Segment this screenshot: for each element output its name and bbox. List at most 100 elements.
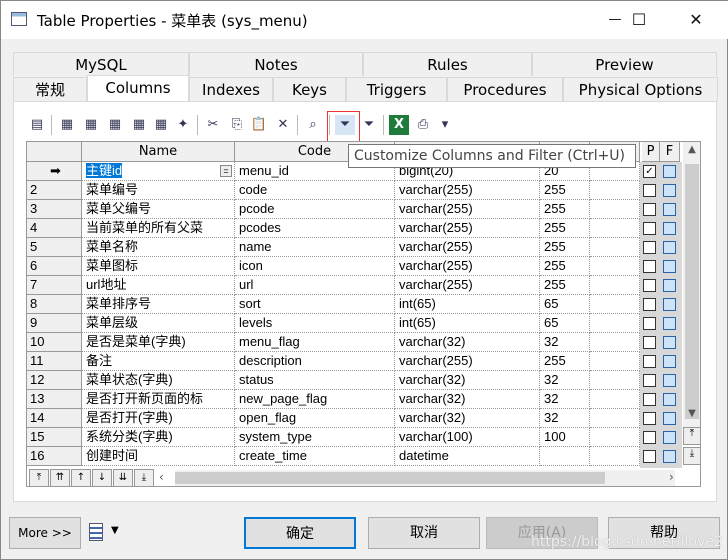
name-cell[interactable]: 是否是菜单(字典) (82, 333, 235, 352)
name-cell[interactable]: 菜单父编号 (82, 200, 235, 219)
table-row[interactable]: 4 当前菜单的所有父菜 pcodes varchar(255) 255 (27, 219, 682, 238)
table-row[interactable]: 16 创建时间 create_time datetime (27, 447, 682, 466)
foreign-key-checkbox[interactable] (663, 260, 676, 273)
length-cell[interactable]: 255 (540, 181, 590, 200)
cancel-button[interactable]: 取消 (368, 517, 480, 549)
tab-physical-options[interactable]: Physical Options (563, 77, 718, 101)
datatype-cell[interactable]: int(65) (395, 295, 540, 314)
add-row-icon[interactable]: ▦ (81, 115, 101, 135)
table-row[interactable]: 8 菜单排序号 sort int(65) 65 (27, 295, 682, 314)
name-cell[interactable]: 菜单图标 (82, 257, 235, 276)
precision-cell[interactable] (590, 276, 640, 295)
length-cell[interactable]: 32 (540, 409, 590, 428)
length-cell[interactable]: 32 (540, 333, 590, 352)
primary-key-checkbox[interactable] (643, 355, 656, 368)
code-cell[interactable]: code (235, 181, 395, 200)
length-cell[interactable]: 100 (540, 428, 590, 447)
foreign-key-checkbox[interactable] (663, 203, 676, 216)
table-row[interactable]: 5 菜单名称 name varchar(255) 255 (27, 238, 682, 257)
foreign-key-checkbox[interactable] (663, 298, 676, 311)
precision-cell[interactable] (590, 409, 640, 428)
name-cell[interactable]: 备注 (82, 352, 235, 371)
scroll-left-icon[interactable]: ‹ (159, 470, 164, 484)
column-header-f[interactable]: F (660, 142, 680, 162)
primary-key-checkbox[interactable] (643, 298, 656, 311)
move-top-button[interactable]: ⤒ (29, 469, 49, 487)
primary-key-checkbox[interactable] (643, 450, 656, 463)
datatype-cell[interactable]: varchar(255) (395, 238, 540, 257)
add-columns-icon[interactable]: ▦ (105, 115, 125, 135)
precision-cell[interactable] (590, 295, 640, 314)
tab-preview[interactable]: Preview (532, 52, 717, 76)
precision-cell[interactable] (590, 219, 640, 238)
code-cell[interactable]: name (235, 238, 395, 257)
datatype-cell[interactable]: varchar(255) (395, 352, 540, 371)
reuse-columns-icon[interactable]: ▦ (129, 115, 149, 135)
close-button[interactable]: ✕ (674, 5, 718, 35)
dropdown-icon[interactable]: ▾ (435, 115, 455, 135)
precision-cell[interactable] (590, 181, 640, 200)
scroll-down-icon[interactable]: ▼ (683, 408, 700, 424)
table-row[interactable]: 13 是否打开新页面的标 new_page_flag varchar(32) 32 (27, 390, 682, 409)
length-cell[interactable] (540, 447, 590, 466)
primary-key-checkbox[interactable] (643, 203, 656, 216)
precision-cell[interactable] (590, 257, 640, 276)
foreign-key-checkbox[interactable] (663, 184, 676, 197)
scroll-up-icon[interactable]: ▲ (683, 144, 700, 160)
code-cell[interactable]: pcode (235, 200, 395, 219)
datatype-cell[interactable]: datetime (395, 447, 540, 466)
code-cell[interactable]: sort (235, 295, 395, 314)
length-cell[interactable]: 255 (540, 352, 590, 371)
insert-row-icon[interactable]: ▦ (57, 115, 77, 135)
columns-grid[interactable]: Name Code P F ➡ 主键id = menu_id bigint(20) 20 ✓ 2 菜单编… (26, 141, 701, 487)
precision-cell[interactable] (590, 447, 640, 466)
code-cell[interactable]: status (235, 371, 395, 390)
table-row[interactable]: 15 系统分类(字典) system_type varchar(100) 100 (27, 428, 682, 447)
length-cell[interactable]: 255 (540, 276, 590, 295)
foreign-key-checkbox[interactable] (663, 317, 676, 330)
foreign-key-checkbox[interactable] (663, 165, 676, 178)
code-cell[interactable]: pcodes (235, 219, 395, 238)
precision-cell[interactable] (590, 390, 640, 409)
tab-keys[interactable]: Keys (273, 77, 346, 101)
tab-columns[interactable]: Columns (87, 75, 189, 101)
precision-cell[interactable] (590, 200, 640, 219)
foreign-key-checkbox[interactable] (663, 336, 676, 349)
name-cell[interactable]: 菜单名称 (82, 238, 235, 257)
datatype-cell[interactable]: varchar(255) (395, 181, 540, 200)
table-row[interactable]: 6 菜单图标 icon varchar(255) 255 (27, 257, 682, 276)
scroll-right-icon[interactable]: › (669, 470, 674, 484)
tab-general[interactable]: 常规 (13, 77, 87, 101)
table-row[interactable]: 11 备注 description varchar(255) 255 (27, 352, 682, 371)
scroll-bottom-button[interactable]: ⤓ (683, 447, 700, 465)
primary-key-checkbox[interactable] (643, 431, 656, 444)
tab-mysql[interactable]: MySQL (13, 52, 189, 76)
precision-cell[interactable] (590, 371, 640, 390)
delete-icon[interactable]: ✕ (273, 115, 293, 135)
code-cell[interactable]: new_page_flag (235, 390, 395, 409)
code-cell[interactable]: url (235, 276, 395, 295)
scrollbar-thumb[interactable] (685, 164, 699, 419)
excel-icon[interactable]: X (389, 115, 409, 135)
foreign-key-checkbox[interactable] (663, 412, 676, 425)
customize-filter-icon[interactable]: ⏷ (335, 115, 355, 135)
find-icon[interactable]: ⌕ (303, 115, 323, 135)
column-header-p[interactable]: P (642, 142, 660, 162)
name-cell[interactable]: 主键id = (82, 162, 235, 181)
primary-key-checkbox[interactable] (643, 222, 656, 235)
precision-cell[interactable] (590, 314, 640, 333)
column-header-name[interactable]: Name (82, 142, 235, 162)
datatype-cell[interactable]: varchar(32) (395, 371, 540, 390)
enable-filter-icon[interactable]: ⏷ (359, 115, 379, 135)
name-cell[interactable]: 系统分类(字典) (82, 428, 235, 447)
length-cell[interactable]: 65 (540, 314, 590, 333)
ok-button[interactable]: 确定 (244, 517, 356, 549)
foreign-key-checkbox[interactable] (663, 241, 676, 254)
datatype-cell[interactable]: varchar(255) (395, 200, 540, 219)
datatype-cell[interactable]: varchar(255) (395, 276, 540, 295)
code-cell[interactable]: icon (235, 257, 395, 276)
foreign-key-checkbox[interactable] (663, 279, 676, 292)
table-row[interactable]: 14 是否打开(字典) open_flag varchar(32) 32 (27, 409, 682, 428)
foreign-key-checkbox[interactable] (663, 450, 676, 463)
table-row[interactable]: 12 菜单状态(字典) status varchar(32) 32 (27, 371, 682, 390)
